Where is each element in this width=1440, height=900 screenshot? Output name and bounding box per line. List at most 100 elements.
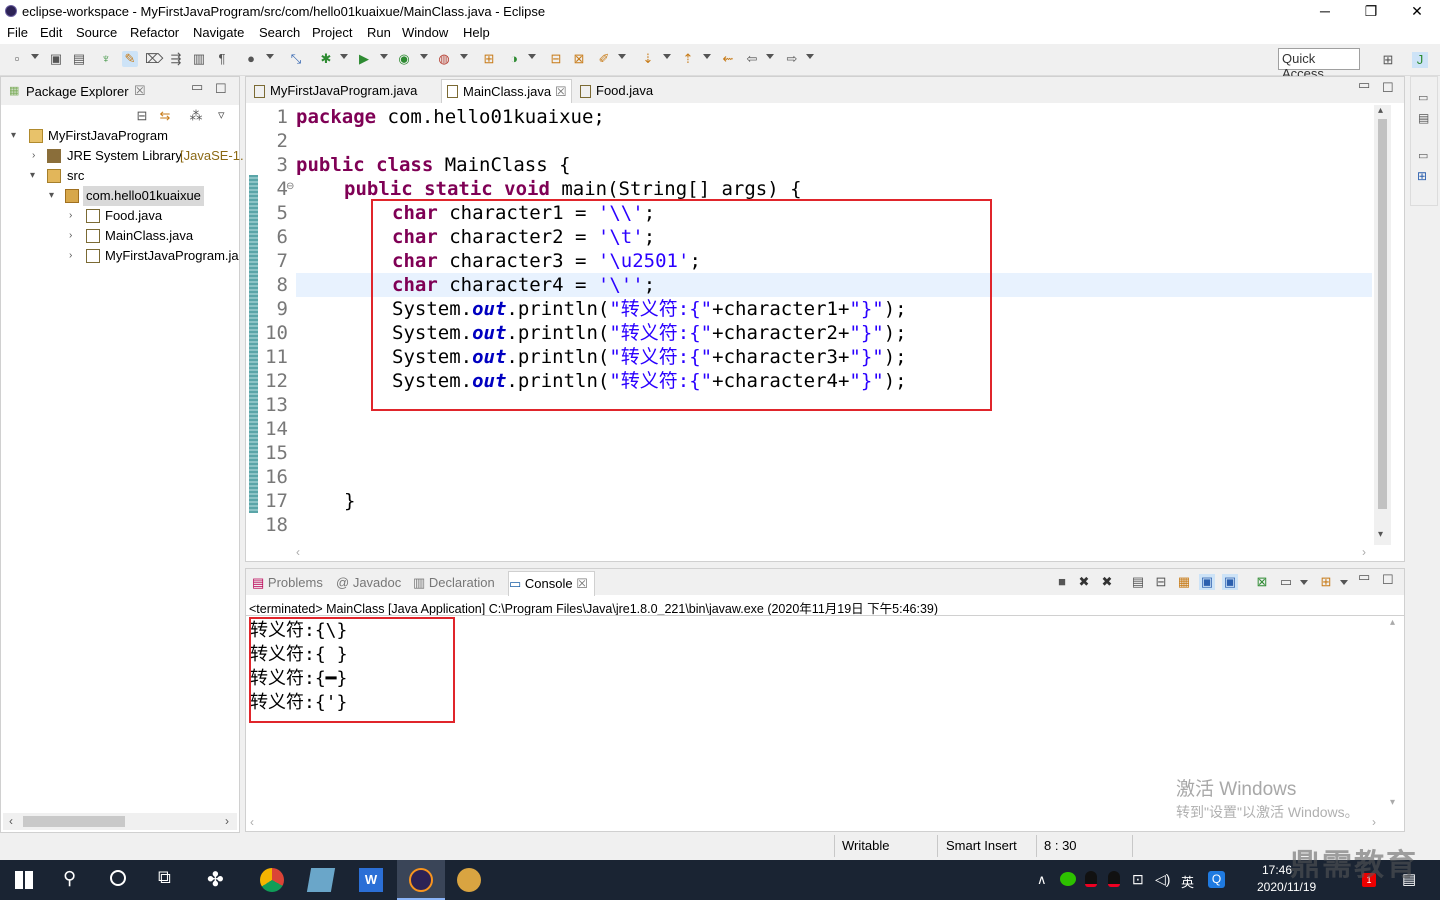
qq-browser-icon[interactable]: Q [1208, 871, 1225, 888]
menu-project[interactable]: Project [312, 25, 352, 40]
previous-annotation-icon[interactable]: ⇡ [680, 51, 696, 67]
menu-file[interactable]: File [7, 25, 28, 40]
network-icon[interactable]: ⊡ [1132, 871, 1144, 888]
tree-item-food[interactable]: › Food.java [1, 206, 239, 226]
menu-run[interactable]: Run [367, 25, 391, 40]
scroll-lock-icon[interactable]: ⊟ [1153, 574, 1169, 590]
maximize-console-icon[interactable]: ☐ [1382, 572, 1394, 588]
tree-item-project[interactable]: ▾ MyFirstJavaProgram [1, 126, 239, 146]
block-selection-icon[interactable]: ⌦ [145, 51, 163, 67]
editor-hscroll[interactable]: ‹ › [296, 545, 1372, 560]
open-console-icon[interactable]: ⊞ [1318, 574, 1334, 590]
new-class-icon[interactable]: ◑ [506, 51, 522, 67]
java-perspective-icon[interactable]: J [1412, 52, 1428, 68]
display-console-icon[interactable]: ▭ [1278, 574, 1294, 590]
fold-icon[interactable]: ⊖ [286, 181, 294, 192]
menu-source[interactable]: Source [76, 25, 117, 40]
search-tool-icon[interactable]: ✐ [596, 51, 612, 67]
editor-vscroll[interactable]: ▴ ▾ [1374, 105, 1391, 545]
remove-all-icon[interactable]: ✖ [1099, 574, 1115, 590]
quick-access-field[interactable]: Quick Access [1278, 48, 1360, 81]
minimize-console-icon[interactable]: ▭ [1358, 569, 1370, 585]
tab-mainclass[interactable]: MainClass.java ☒ [441, 79, 572, 103]
open-folder-icon[interactable]: ⊟ [548, 51, 564, 67]
chevron-up-icon[interactable]: ∧ [1037, 872, 1047, 888]
chrome-icon[interactable] [260, 868, 284, 892]
notepad-icon[interactable] [306, 868, 336, 892]
app-icon[interactable] [457, 868, 481, 892]
menu-navigate[interactable]: Navigate [193, 25, 244, 40]
close-tab-icon[interactable]: ☒ [555, 80, 567, 104]
menu-search[interactable]: Search [259, 25, 300, 40]
clear-console-icon[interactable]: ▤ [1130, 574, 1146, 590]
show-on-stdout-icon[interactable]: ▣ [1199, 574, 1215, 590]
debug-icon[interactable]: ✱ [318, 51, 334, 67]
show-whitespace-icon[interactable]: ▥ [191, 51, 207, 67]
tree-item-src[interactable]: ▾ src [1, 166, 239, 186]
skip-breakpoints-icon[interactable]: ⤡ [288, 51, 304, 67]
tree-item-mainclass[interactable]: › MainClass.java [1, 226, 239, 246]
minimize-view-icon[interactable]: ▭ [191, 79, 203, 95]
maximize-editor-icon[interactable]: ☐ [1382, 80, 1394, 96]
tab-declaration[interactable]: ▥ Declaration [413, 575, 495, 591]
back-icon[interactable]: ⇦ [744, 51, 760, 67]
tab-javadoc[interactable]: @ Javadoc [336, 575, 401, 590]
wps-icon[interactable]: W [359, 868, 383, 892]
coverage-icon[interactable]: ◉ [396, 51, 412, 67]
tab-myfirstjavaprogram[interactable]: MyFirstJavaProgram.java [250, 79, 440, 103]
run-icon[interactable]: ▶ [356, 51, 372, 67]
focus-icon[interactable]: ⁂ [188, 108, 204, 124]
toggle-mark-occurrences-icon[interactable]: ✎ [122, 51, 138, 67]
new-icon[interactable]: ▫ [9, 51, 25, 67]
close-button[interactable]: ✕ [1394, 0, 1440, 22]
external-tools-icon[interactable]: ◍ [436, 51, 452, 67]
new-java-project-icon[interactable]: ⊞ [481, 51, 497, 67]
tab-food[interactable]: Food.java [576, 79, 676, 103]
restore-icon[interactable]: ▭ [1418, 149, 1428, 162]
outline-icon[interactable]: ▤ [1418, 111, 1429, 125]
eclipse-taskbar-button[interactable] [397, 860, 445, 900]
task-view-icon[interactable]: ⧉ [158, 867, 171, 888]
volume-icon[interactable]: ◁) [1155, 871, 1170, 888]
cortana-icon[interactable] [110, 870, 126, 886]
tree-item-myfirstjavaprogram[interactable]: › MyFirstJavaProgram.ja [1, 246, 239, 266]
save-icon[interactable]: ▣ [48, 51, 64, 67]
scroll-thumb[interactable] [1378, 119, 1387, 509]
ime-indicator[interactable]: 英 [1181, 872, 1194, 891]
start-icon[interactable] [15, 871, 33, 889]
save-all-icon[interactable]: ▤ [71, 51, 87, 67]
word-wrap-console-icon[interactable]: ▦ [1176, 574, 1192, 590]
tab-problems[interactable]: ▤ Problems [252, 575, 323, 591]
remove-launch-icon[interactable]: ✖ [1076, 574, 1092, 590]
minimize-editor-icon[interactable]: ▭ [1358, 77, 1370, 93]
app-icon[interactable]: ✤ [207, 867, 224, 892]
console-vscroll[interactable]: ▴ ▾ [1386, 617, 1403, 813]
menu-help[interactable]: Help [463, 25, 490, 40]
forward-icon[interactable]: ⇨ [784, 51, 800, 67]
show-on-stderr-icon[interactable]: ▣ [1222, 574, 1238, 590]
close-view-icon[interactable]: ☒ [134, 83, 146, 99]
menu-window[interactable]: Window [402, 25, 448, 40]
tree-item-jre[interactable]: › JRE System Library [JavaSE-1. [1, 146, 244, 166]
menu-refactor[interactable]: Refactor [130, 25, 179, 40]
last-edit-icon[interactable]: ⇜ [720, 51, 736, 67]
open-type-icon[interactable]: ♆ [98, 51, 114, 67]
close-tab-icon[interactable]: ☒ [576, 576, 588, 591]
qq-icon[interactable] [1108, 871, 1120, 887]
open-task-icon[interactable]: ⊠ [571, 51, 587, 67]
maximize-view-icon[interactable]: ☐ [215, 81, 227, 97]
link-with-editor-icon[interactable]: ⇆ [157, 108, 173, 124]
menu-edit[interactable]: Edit [40, 25, 62, 40]
maximize-button[interactable]: ❐ [1348, 0, 1394, 22]
next-annotation-icon[interactable]: ⇣ [640, 51, 656, 67]
pilcrow-icon[interactable]: ¶ [214, 51, 230, 67]
qq-icon[interactable] [1085, 871, 1097, 887]
restore-icon[interactable]: ▭ [1418, 91, 1428, 104]
run-config-icon[interactable]: ● [243, 51, 259, 67]
clock-time[interactable]: 17:46 [1262, 863, 1292, 877]
search-icon[interactable]: ⚲ [63, 868, 76, 889]
minimize-button[interactable]: ─ [1302, 0, 1348, 22]
hierarchy-icon[interactable]: ⊞ [1417, 169, 1427, 183]
tab-console[interactable]: ▭ Console ☒ [508, 571, 595, 596]
scroll-thumb[interactable] [23, 816, 125, 827]
